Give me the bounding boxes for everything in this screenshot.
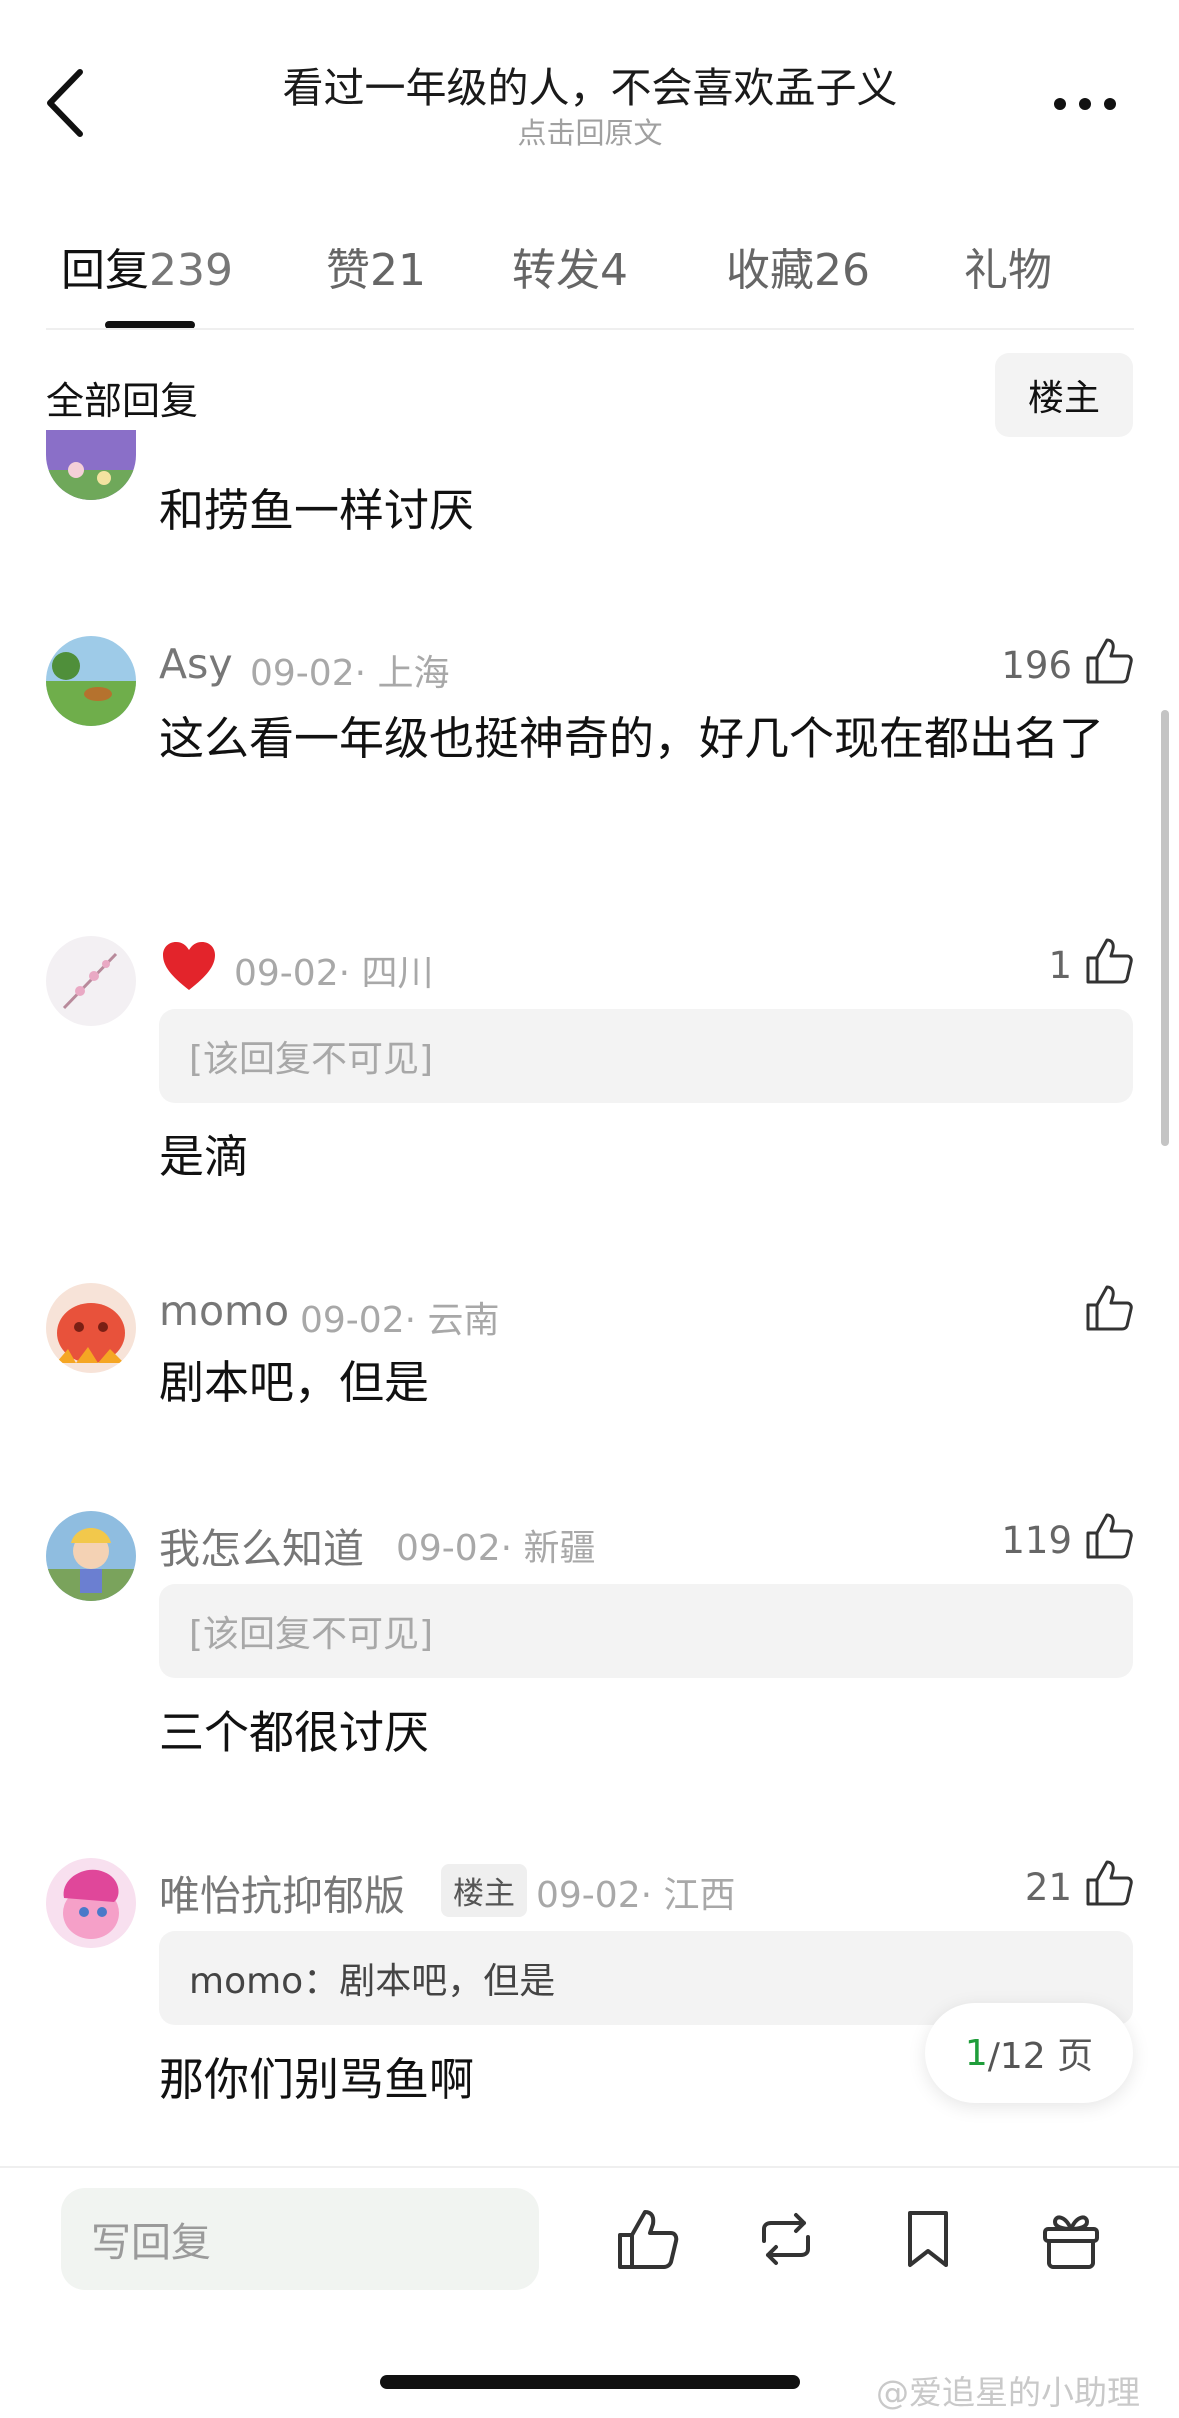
comment-text: 剧本吧，但是 [159,1356,430,1409]
comment-meta: 09-02· 江西 [536,1875,736,1916]
avatar[interactable] [46,430,136,500]
comment-text: 和捞鱼一样讨厌 [159,484,475,537]
op-badge: 楼主 [441,1864,527,1917]
comment-meta: 09-02· 云南 [300,1300,500,1341]
total-pages: /12 页 [987,2036,1094,2077]
back-to-original-link[interactable]: 点击回原文 [200,110,980,152]
like-icon[interactable] [615,2207,679,2271]
avatar[interactable] [46,936,136,1026]
comment-meta: 09-02· 上海 [250,653,450,694]
tab-bar: 回复239 赞21 转发4 收藏26 礼物 [46,234,1146,296]
chevron-left-icon [47,69,83,137]
thumbs-up-icon[interactable] [1084,936,1134,986]
avatar[interactable] [46,1511,136,1601]
divider [0,2166,1179,2168]
more-dots-icon [1054,98,1116,110]
tab-favorites[interactable]: 收藏26 [726,234,870,298]
back-button[interactable] [38,58,98,148]
like-count: 119 [1001,1519,1072,1562]
watermark: @爱追星的小助理 [876,2373,1140,2412]
like-count: 21 [1024,1866,1072,1909]
tab-likes[interactable]: 赞21 [326,234,426,298]
heart-emoji-username-icon[interactable] [161,940,217,996]
thumbs-up-icon[interactable] [1084,1858,1134,1908]
comment-text: 三个都很讨厌 [159,1706,430,1759]
bookmark-icon[interactable] [896,2207,960,2271]
gift-icon[interactable] [1039,2207,1103,2271]
page-indicator[interactable]: 1/12 页 [925,2003,1133,2103]
thumbs-up-icon[interactable] [1084,1283,1134,1333]
avatar[interactable] [46,636,136,726]
post-title[interactable]: 看过一年级的人，不会喜欢孟子义 [200,54,980,114]
op-only-filter-button[interactable]: 楼主 [995,353,1133,437]
comment-text: 是滴 [159,1130,250,1183]
reply-input[interactable]: 写回复 [61,2188,539,2290]
comment-text: 这么看一年级也挺神奇的，好几个现在都出名了 [159,712,1105,765]
thumbs-up-icon[interactable] [1084,636,1134,686]
comment-username[interactable]: 唯怡抗抑郁版 [159,1862,405,1922]
comment-text: 那你们别骂鱼啊 [159,2053,475,2106]
quoted-reply[interactable]: [该回复不可见] [159,1584,1133,1678]
avatar[interactable] [46,1858,136,1948]
scrollbar[interactable] [1161,710,1169,1146]
avatar[interactable] [46,1283,136,1373]
tab-gifts[interactable]: 礼物 [964,234,1052,298]
all-replies-label: 全部回复 [46,379,199,423]
comment-username[interactable]: momo [159,1287,289,1335]
comment-username[interactable]: Asy [159,640,233,688]
tab-replies[interactable]: 回复239 [61,234,233,298]
tab-reposts[interactable]: 转发4 [512,234,628,298]
divider [46,328,1134,330]
like-count: 196 [1001,644,1072,687]
comment-meta: 09-02· 四川 [234,953,434,994]
comment-meta: 09-02· 新疆 [396,1528,596,1569]
home-indicator [380,2375,800,2389]
quoted-reply[interactable]: [该回复不可见] [159,1009,1133,1103]
more-options-button[interactable] [1050,84,1120,124]
thumbs-up-icon[interactable] [1084,1511,1134,1561]
repost-icon[interactable] [754,2207,818,2271]
like-count: 1 [1048,944,1072,987]
comment-username[interactable]: 我怎么知道 [159,1515,364,1575]
current-page: 1 [964,2032,988,2074]
